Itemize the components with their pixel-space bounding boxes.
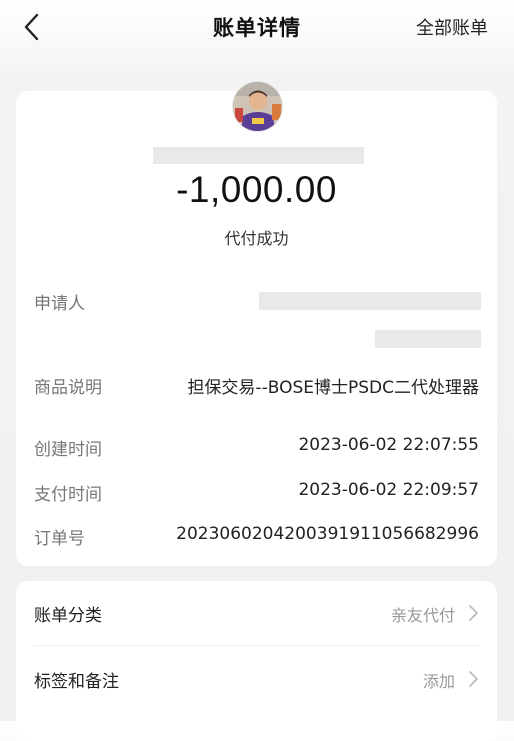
bill-amount: -1,000.00 bbox=[176, 169, 337, 210]
top-nav-bar: 账单详情 全部账单 bbox=[0, 0, 514, 54]
created-time-value: 2023-06-02 22:07:55 bbox=[298, 435, 479, 455]
bill-options-card: 账单分类 亲友代付 标签和备注 添加 bbox=[16, 581, 497, 741]
payment-status: 代付成功 bbox=[224, 229, 289, 248]
tags-notes-label: 标签和备注 bbox=[34, 672, 119, 692]
chevron-right-icon bbox=[469, 605, 478, 621]
bill-category-label: 账单分类 bbox=[34, 606, 102, 626]
bill-category-row[interactable]: 账单分类 亲友代付 bbox=[16, 581, 497, 645]
product-label: 商品说明 bbox=[34, 378, 102, 398]
bill-category-value: 亲友代付 bbox=[390, 606, 455, 625]
all-bills-link[interactable]: 全部账单 bbox=[416, 14, 488, 40]
tags-notes-value: 添加 bbox=[422, 672, 455, 691]
divider bbox=[34, 645, 479, 646]
applicant-account-placeholder bbox=[375, 330, 481, 348]
applicant-label: 申请人 bbox=[34, 294, 85, 314]
order-number-label: 订单号 bbox=[34, 529, 85, 549]
avatar[interactable] bbox=[232, 81, 283, 132]
applicant-name-placeholder bbox=[259, 292, 481, 310]
order-number-value[interactable]: 2023060204200391911056682996 bbox=[176, 524, 479, 544]
chevron-right-icon bbox=[469, 671, 478, 687]
tags-notes-row[interactable]: 标签和备注 添加 bbox=[16, 647, 497, 711]
paid-time-label: 支付时间 bbox=[34, 485, 102, 505]
avatar-image bbox=[233, 82, 282, 131]
created-time-label: 创建时间 bbox=[34, 440, 102, 460]
product-value: 担保交易--BOSE博士PSDC二代处理器 bbox=[187, 378, 479, 398]
paid-time-value: 2023-06-02 22:09:57 bbox=[298, 480, 479, 500]
merchant-name-placeholder bbox=[153, 147, 364, 164]
bill-detail-card: -1,000.00 代付成功 申请人 商品说明 担保交易--BOSE博士PSDC… bbox=[16, 81, 497, 566]
